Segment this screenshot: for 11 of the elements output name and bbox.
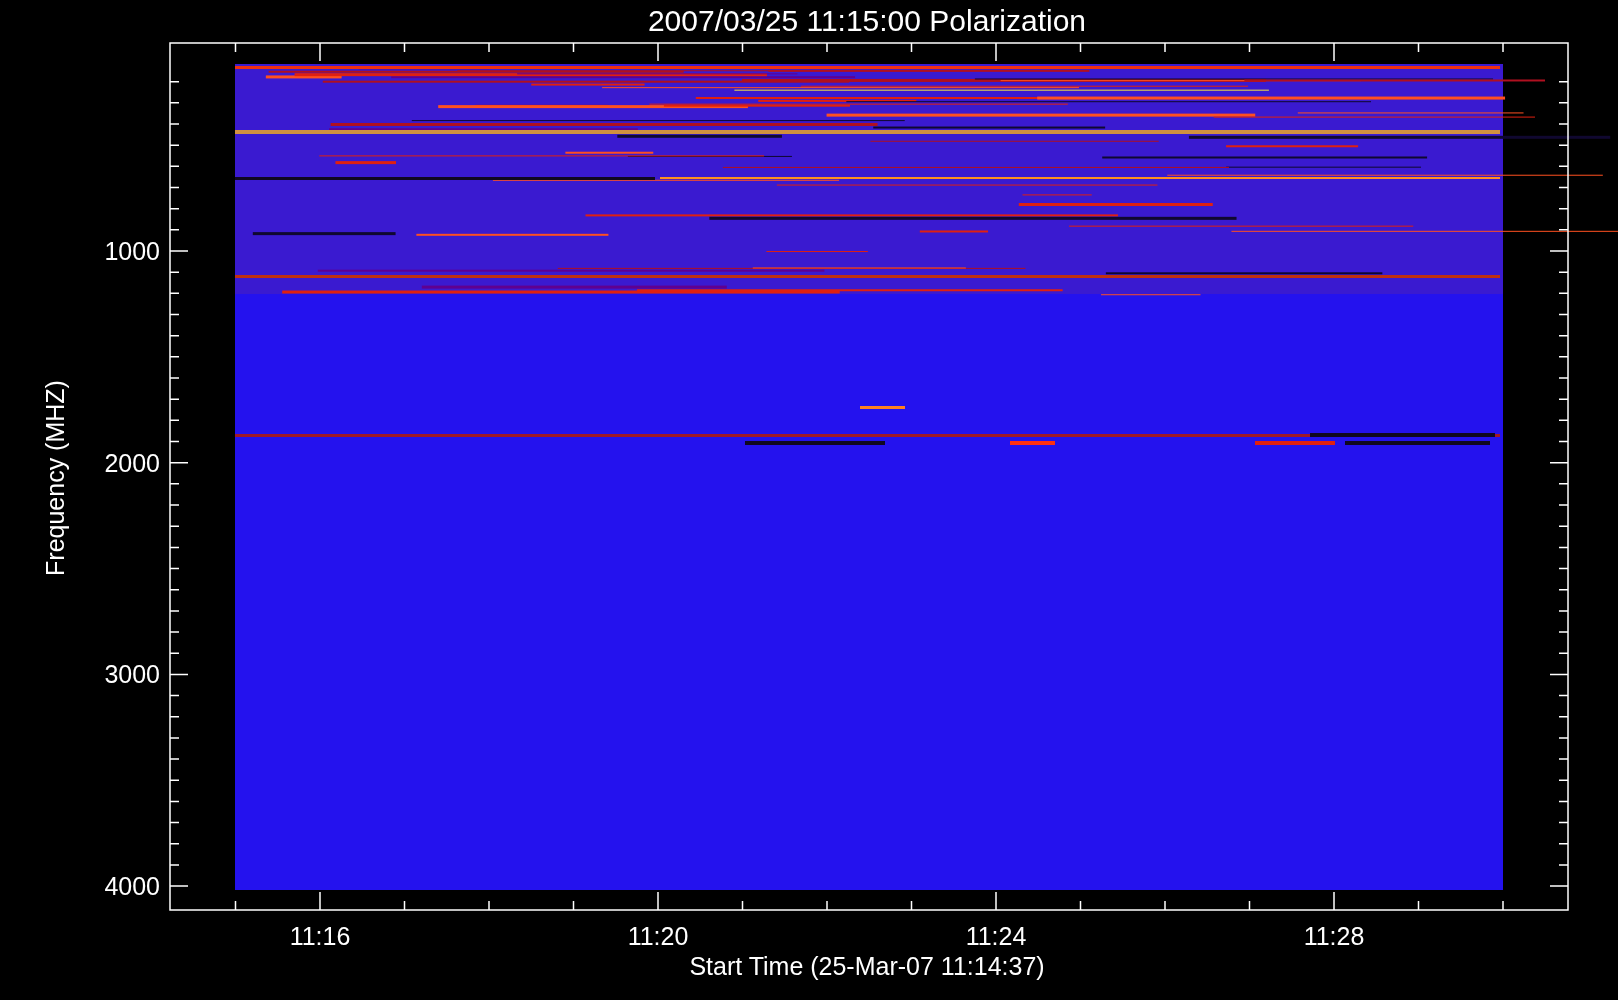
y-tick-label: 3000 <box>104 660 160 689</box>
x-tick-label: 11:20 <box>627 922 689 950</box>
y-tick-label: 2000 <box>104 448 160 477</box>
y-axis-label: Frequency (MHZ) <box>41 380 69 576</box>
x-tick-label: 11:24 <box>965 922 1027 950</box>
x-tick-label: 11:16 <box>289 922 351 950</box>
x-axis-label: Start Time (25-Mar-07 11:14:37) <box>689 952 1045 980</box>
y-tick-label: 4000 <box>104 872 160 901</box>
x-tick-label: 11:28 <box>1303 922 1365 950</box>
y-tick-label: 1000 <box>104 237 160 265</box>
chart-title: 2007/03/25 11:15:00 Polarization <box>647 4 1087 37</box>
